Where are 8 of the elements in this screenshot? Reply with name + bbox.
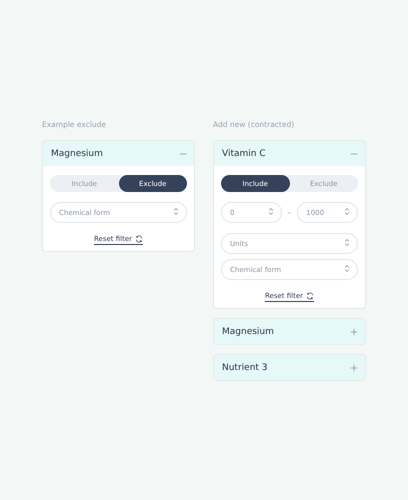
filter-header[interactable]: Nutrient 3	[214, 355, 365, 380]
filter-header[interactable]: Magnesium	[43, 141, 194, 166]
filter-title: Nutrient 3	[222, 362, 268, 372]
filter-title: Magnesium	[51, 148, 103, 158]
filter-header[interactable]: Vitamin C	[214, 141, 365, 166]
filter-title: Vitamin C	[222, 148, 266, 158]
filter-header[interactable]: Magnesium	[214, 319, 365, 344]
filter-title: Magnesium	[222, 326, 274, 336]
